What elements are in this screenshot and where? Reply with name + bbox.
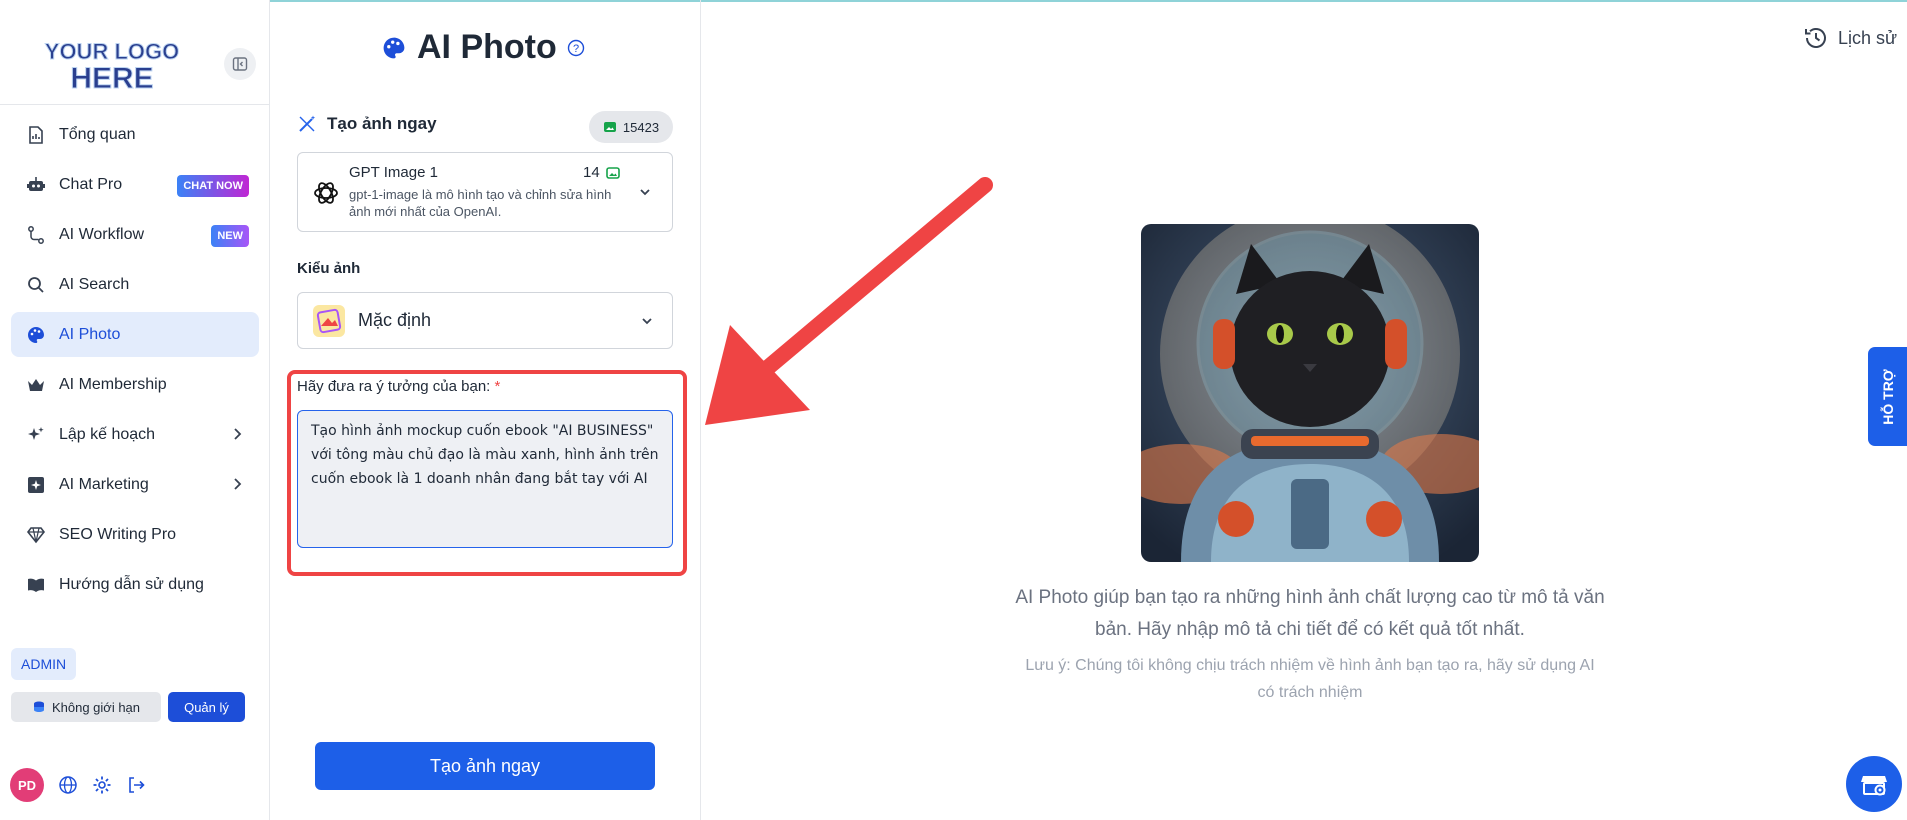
history-label: Lịch sử	[1838, 27, 1898, 48]
annotation-arrow	[705, 177, 993, 425]
sidebar-item-label: Tổng quan	[59, 125, 136, 143]
sidebar-item-label: Chat Pro	[59, 175, 123, 193]
ai-sparkle-icon	[25, 474, 47, 496]
page-title: AI Photo ?	[381, 28, 585, 67]
sidebar-item-label: AI Photo	[59, 325, 121, 343]
sidebar-item-seo-writing[interactable]: SEO Writing Pro	[11, 512, 259, 557]
palette-icon	[383, 37, 405, 58]
credit-value: 15423	[622, 119, 660, 135]
avatar[interactable]: PD	[10, 768, 44, 802]
idea-textarea[interactable]: Tạo hình ảnh mockup cuốn ebook "AI BUSIN…	[297, 410, 673, 548]
section-title-text: Tạo ảnh ngay	[327, 114, 437, 133]
section-title: Tạo ảnh ngay	[297, 114, 437, 134]
required-mark: *	[494, 378, 501, 395]
disclaimer-note: Lưu ý: Chúng tôi không chịu trách nhiệm …	[1025, 657, 1595, 701]
image-credit-icon	[603, 122, 616, 132]
svg-text:HERE: HERE	[70, 62, 153, 94]
form-panel: AI Photo ? Tạo ảnh ngay 15423 GPT Image …	[271, 0, 701, 820]
sidebar: YOUR LOGO HERE Tổng quan Chat Pro CHAT N…	[0, 0, 270, 820]
svg-text:?: ?	[573, 43, 579, 55]
role-badge: ADMIN	[11, 648, 77, 680]
chevron-down-icon	[642, 318, 652, 325]
sparkles-icon	[25, 424, 47, 446]
sidebar-item-ai-search[interactable]: AI Search	[11, 262, 259, 307]
sidebar-item-label: AI Workflow	[59, 225, 145, 243]
sidebar-item-label: AI Marketing	[59, 475, 149, 493]
model-cost: 14	[583, 164, 620, 181]
style-thumbnail-icon	[313, 304, 345, 337]
model-cost-value: 14	[583, 164, 600, 181]
logout-icon[interactable]	[126, 775, 146, 795]
sidebar-item-label: SEO Writing Pro	[59, 525, 177, 543]
generate-button[interactable]: Tạo ảnh ngay	[315, 742, 655, 790]
store-settings-button[interactable]	[1846, 756, 1902, 812]
logo-area: YOUR LOGO HERE	[0, 0, 270, 105]
sidebar-item-overview[interactable]: Tổng quan	[11, 112, 259, 157]
globe-icon[interactable]	[58, 775, 78, 795]
sidebar-item-ai-membership[interactable]: AI Membership	[11, 362, 259, 407]
sidebar-item-ai-photo[interactable]: AI Photo	[11, 312, 259, 357]
history-icon	[1805, 28, 1826, 48]
chat-now-badge: CHAT NOW	[177, 175, 249, 197]
intro-description: AI Photo giúp bạn tạo ra những hình ảnh …	[1015, 587, 1605, 640]
hero-illustration	[1141, 224, 1479, 562]
history-button[interactable]: Lịch sử	[1802, 24, 1897, 52]
logo[interactable]: YOUR LOGO HERE	[44, 34, 180, 95]
sidebar-collapse-icon	[232, 57, 248, 71]
gear-icon[interactable]	[92, 775, 112, 795]
chevron-right-icon	[234, 478, 242, 490]
help-icon[interactable]: ?	[567, 39, 585, 57]
search-icon	[25, 274, 47, 296]
document-chart-icon	[25, 124, 47, 146]
sidebar-item-label: AI Membership	[59, 375, 167, 393]
palette-icon	[25, 324, 47, 346]
style-label: Kiểu ảnh	[297, 260, 361, 277]
coins-icon	[33, 701, 44, 712]
sidebar-item-ai-marketing[interactable]: AI Marketing	[11, 462, 259, 507]
svg-text:YOUR LOGO: YOUR LOGO	[45, 39, 179, 64]
style-value: Mặc định	[358, 310, 432, 330]
sidebar-item-ai-workflow[interactable]: AI Workflow NEW	[11, 212, 259, 257]
model-select[interactable]: GPT Image 1 14 gpt-1-image là mô hình tạ…	[297, 152, 673, 232]
model-description: gpt-1-image là mô hình tạo và chỉnh sửa …	[349, 187, 612, 219]
support-tab[interactable]: HỖ TRỢ	[1868, 347, 1907, 446]
idea-label: Hãy đưa ra ý tưởng của bạn: *	[297, 378, 500, 395]
sidebar-item-guide[interactable]: Hướng dẫn sử dụng	[11, 562, 259, 607]
robot-icon	[25, 174, 47, 196]
quota-label: Không giới hạn	[51, 699, 141, 715]
chevron-down-icon	[640, 189, 650, 196]
support-label: HỖ TRỢ	[1879, 368, 1896, 425]
sidebar-item-chat-pro[interactable]: Chat Pro CHAT NOW	[11, 162, 259, 207]
quota-button[interactable]: Không giới hạn	[11, 692, 161, 722]
store-gear-icon	[1861, 776, 1887, 796]
new-badge: NEW	[211, 225, 249, 247]
sidebar-item-label: Lập kế hoạch	[59, 425, 156, 443]
sidebar-footer: PD	[10, 768, 146, 802]
workflow-icon	[25, 224, 47, 246]
crown-icon	[25, 374, 47, 396]
page-title-text: AI Photo	[417, 28, 557, 66]
chevron-right-icon	[234, 428, 242, 440]
model-name: GPT Image 1	[349, 164, 438, 181]
sidebar-item-label: Hướng dẫn sử dụng	[59, 575, 204, 593]
style-select[interactable]: Mặc định	[297, 292, 673, 349]
sidebar-nav: Tổng quan Chat Pro CHAT NOW AI Workflow …	[11, 112, 259, 612]
collapse-sidebar-button[interactable]	[224, 48, 256, 80]
openai-icon	[314, 182, 338, 204]
magic-wand-icon	[299, 115, 316, 132]
image-credit-icon	[605, 166, 620, 179]
credit-balance: 15423	[589, 111, 673, 143]
manage-button[interactable]: Quản lý	[168, 692, 245, 722]
diamond-icon	[25, 524, 47, 546]
idea-label-text: Hãy đưa ra ý tưởng của bạn:	[297, 378, 491, 395]
sidebar-item-label: AI Search	[59, 275, 130, 293]
book-icon	[25, 574, 47, 596]
sidebar-item-planning[interactable]: Lập kế hoạch	[11, 412, 259, 457]
